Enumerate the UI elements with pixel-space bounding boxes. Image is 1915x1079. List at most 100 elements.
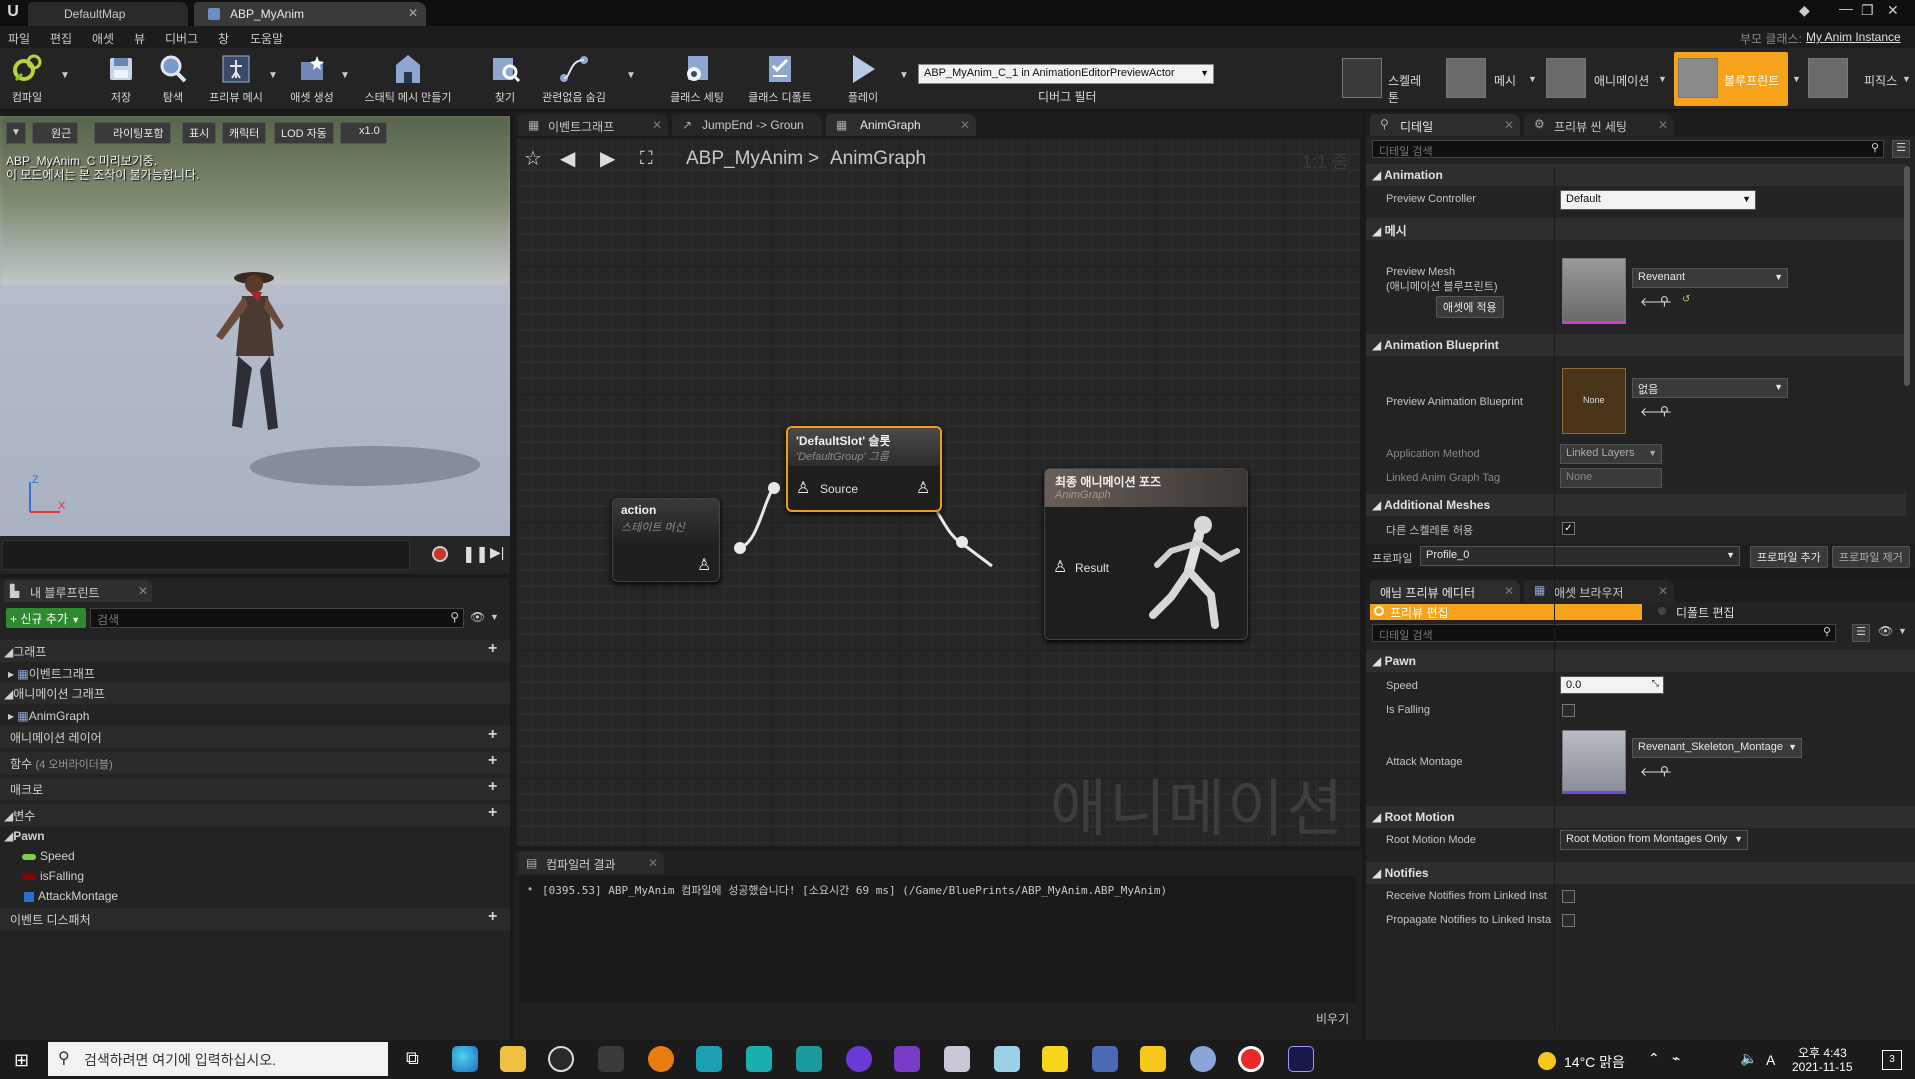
3dsmax-icon[interactable] — [796, 1046, 822, 1072]
section-additional-meshes[interactable]: ◢ Additional Meshes — [1366, 494, 1906, 516]
add-profile-button[interactable]: 프로파일 추가 — [1750, 546, 1828, 568]
preview-anim-bp-thumbnail[interactable]: None — [1562, 368, 1626, 434]
graph-editor-canvas[interactable]: ☆ ◀ ▶ ⛶ ABP_MyAnim > AnimGraph 1:1 줌 애니메… — [516, 138, 1360, 846]
pose-output-pin-icon[interactable]: ♙ — [697, 555, 711, 575]
kakaotalk-icon[interactable] — [1042, 1046, 1068, 1072]
preview-mesh-chevron-icon[interactable]: ▼ — [268, 70, 278, 81]
tab-event-graph[interactable]: ▦ 이벤트그래프 ✕ — [518, 114, 668, 136]
pose-output-pin-icon[interactable]: ♙ — [916, 478, 930, 498]
parent-class-link[interactable]: My Anim Instance — [1806, 30, 1901, 44]
variable-isfalling[interactable]: isFalling — [22, 866, 84, 886]
section-pawn[interactable]: ◢ Pawn — [1366, 650, 1915, 672]
details-search-input[interactable]: 디테일 검색 ⚲ — [1372, 140, 1884, 158]
notification-icon[interactable]: ◆ — [1799, 2, 1810, 19]
tab-defaultmap[interactable]: DefaultMap — [28, 2, 188, 26]
close-tab-icon[interactable]: ✕ — [652, 118, 662, 132]
tab-anim-preview-editor[interactable]: 애님 프리뷰 에디터 ✕ — [1370, 580, 1520, 602]
macros-category[interactable]: 매크로 — [0, 778, 510, 800]
event-graph-item[interactable]: ▸ ▦이벤트그래프 — [4, 662, 99, 682]
propagate-notifies-checkbox[interactable] — [1562, 914, 1575, 927]
compile-button[interactable]: 컴파일 — [4, 52, 50, 108]
profile-dropdown[interactable]: Profile_0 ▼ — [1420, 546, 1740, 566]
perspective-button[interactable]: 원근 — [32, 122, 79, 144]
clear-log-button[interactable]: 비우기 — [1316, 1010, 1349, 1027]
close-tab-icon[interactable]: ✕ — [1504, 584, 1514, 598]
tab-anim-graph[interactable]: ▦ AnimGraph ✕ — [826, 114, 976, 136]
visual-studio-icon[interactable] — [894, 1046, 920, 1072]
blender-icon[interactable] — [648, 1046, 674, 1072]
application-method-dropdown[interactable]: Linked Layers ▼ — [1560, 444, 1662, 464]
unreal-engine-taskbar-icon[interactable] — [548, 1046, 574, 1072]
play-button[interactable]: 플레이 — [840, 52, 886, 108]
close-tab-icon[interactable]: ✕ — [1658, 584, 1668, 598]
menu-window[interactable]: 창 — [218, 30, 229, 47]
browse-button[interactable]: 탐색 — [150, 52, 196, 108]
anim-preview-search-input[interactable]: 디테일 검색 ⚲ — [1372, 624, 1836, 642]
viewport-panel[interactable]: ABP_MyAnim_C 미리보기중. 이 모드에서는 본 조작이 불가능합니다… — [0, 116, 510, 574]
mode-blueprint-button[interactable]: 블루프린트 — [1674, 52, 1788, 106]
hide-unrelated-button[interactable]: 관련없음 숨김 — [536, 52, 612, 108]
edge-browser-icon[interactable] — [452, 1046, 478, 1072]
unreal-logo-icon[interactable]: U — [4, 3, 22, 21]
root-motion-mode-dropdown[interactable]: Root Motion from Montages Only ▼ — [1560, 830, 1748, 850]
tab-asset-browser[interactable]: ▦ 애셋 브라우저 ✕ — [1524, 580, 1674, 602]
event-dispatchers-category[interactable]: 이벤트 디스패처 — [0, 908, 510, 930]
anim-graph-item[interactable]: ▸ ▦AnimGraph — [4, 706, 93, 726]
add-new-button[interactable]: + 신규 추가 ▼ — [6, 608, 86, 628]
property-matrix-icon[interactable]: ☰ — [1852, 624, 1870, 642]
menu-view[interactable]: 뷰 — [134, 30, 145, 47]
result-input-pin-icon[interactable]: ♙ — [1053, 557, 1067, 577]
play-options-chevron-icon[interactable]: ▼ — [899, 70, 909, 81]
variable-attackmontage[interactable]: AttackMontage — [22, 886, 118, 906]
state-machine-node-action[interactable]: action 스테이트 머신 ♙ — [612, 498, 720, 582]
menu-file[interactable]: 파일 — [8, 30, 30, 47]
browse-magnifier-icon[interactable]: ⚲ — [1660, 404, 1669, 418]
debug-object-dropdown[interactable]: ABP_MyAnim_C_1 in AnimationEditorPreview… — [918, 64, 1214, 84]
lit-button[interactable]: 라이팅포함 — [94, 122, 171, 144]
class-defaults-button[interactable]: 클래스 디폴트 — [742, 52, 818, 108]
mode-physics-button[interactable]: 피직스 ▼ — [1806, 52, 1911, 106]
close-tab-icon[interactable]: ✕ — [138, 584, 148, 598]
section-animation[interactable]: ◢ Animation — [1366, 164, 1906, 186]
network-icon[interactable]: ⌁ — [1672, 1050, 1680, 1067]
pawn-category[interactable]: ◢Pawn — [0, 826, 49, 846]
section-mesh[interactable]: ◢ 메시 — [1366, 218, 1906, 240]
blueprint-mode-chevron-icon[interactable]: ▼ — [1792, 74, 1801, 84]
close-tab-icon[interactable]: ✕ — [1504, 118, 1514, 132]
system-tray-chevron-icon[interactable]: ⌃ — [1648, 1050, 1660, 1067]
taskbar-search-input[interactable]: ⚲ 검색하려면 여기에 입력하십시오. — [48, 1042, 388, 1076]
weather-text[interactable]: 14°C 맑음 — [1564, 1052, 1625, 1072]
my-blueprint-tab[interactable]: ▙ 내 블루프린트 ✕ — [4, 580, 152, 602]
premiere-pro-icon[interactable] — [1288, 1046, 1314, 1072]
preview-anim-bp-dropdown[interactable]: 없음 ▼ — [1632, 378, 1788, 398]
preview-controller-dropdown[interactable]: Default ▼ — [1560, 190, 1756, 210]
visibility-eye-icon[interactable]: 👁 — [1878, 624, 1893, 638]
preview-mesh-thumbnail[interactable] — [1562, 258, 1626, 324]
mode-skeleton-button[interactable]: 스켈레톤 — [1340, 52, 1430, 106]
close-tab-icon[interactable]: ✕ — [960, 118, 970, 132]
visibility-chevron-icon[interactable]: ▼ — [490, 612, 499, 622]
create-asset-button[interactable]: 애셋 생성 — [282, 52, 342, 108]
create-asset-chevron-icon[interactable]: ▼ — [340, 70, 350, 81]
clock-time[interactable]: 오후 4:43 — [1798, 1044, 1847, 1061]
reset-to-default-icon[interactable]: ↺ — [1682, 294, 1690, 305]
weather-sun-icon[interactable] — [1538, 1052, 1556, 1070]
record-icon[interactable] — [432, 546, 448, 562]
find-button[interactable]: 찾기 — [482, 52, 528, 108]
add-variable-plus-icon[interactable]: + — [488, 804, 497, 822]
compile-options-chevron-icon[interactable]: ▼ — [60, 70, 70, 81]
close-tab-icon[interactable]: ✕ — [648, 856, 658, 870]
add-graph-plus-icon[interactable]: + — [488, 640, 497, 658]
playback-speed-button[interactable]: x1.0 — [340, 122, 387, 144]
functions-category[interactable]: 함수 (4 오버라이더블) — [0, 752, 510, 774]
add-macro-plus-icon[interactable]: + — [488, 778, 497, 796]
close-tab-icon[interactable]: ✕ — [408, 6, 418, 20]
step-forward-icon[interactable]: ▶| — [490, 544, 504, 561]
clock-date[interactable]: 2021-11-15 — [1792, 1060, 1853, 1074]
screen-recorder-icon[interactable] — [1238, 1046, 1264, 1072]
sticky-notes-icon[interactable] — [1140, 1046, 1166, 1072]
menu-debug[interactable]: 디버그 — [165, 30, 198, 47]
edit-preview-toggle[interactable]: 프리뷰 편집 — [1370, 604, 1642, 620]
add-function-plus-icon[interactable]: + — [488, 752, 497, 770]
output-pose-node[interactable]: 최종 애니메이션 포즈 AnimGraph ♙ Result — [1044, 468, 1248, 640]
